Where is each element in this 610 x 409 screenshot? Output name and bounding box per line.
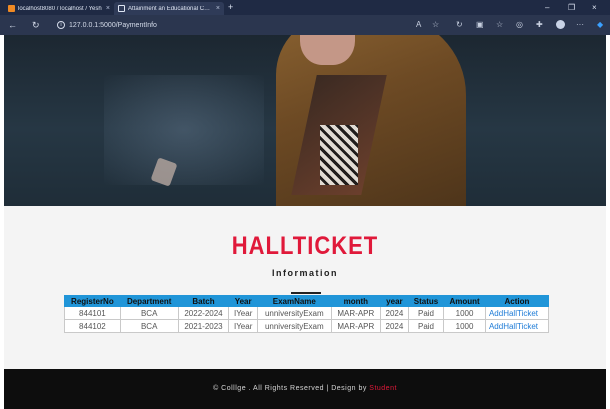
table-cell: IYear	[228, 319, 258, 333]
table-cell: 1000	[443, 319, 486, 333]
column-header: Amount	[443, 295, 486, 307]
favorites-icon[interactable]: ☆	[496, 19, 503, 31]
table-cell: unniversityExam	[256, 306, 332, 320]
collections-icon[interactable]: ◎	[516, 19, 523, 31]
table-cell: BCA	[119, 319, 179, 333]
background-blur	[104, 75, 264, 185]
title-divider	[291, 292, 321, 294]
url-text: 127.0.0.1:5000/PaymentInfo	[69, 21, 157, 29]
maximize-button[interactable]: ❐	[568, 2, 575, 13]
site-info-icon[interactable]: i	[57, 21, 65, 29]
add-hallticket-link[interactable]: AddHallTicket	[489, 322, 538, 331]
table-cell: 2021-2023	[177, 319, 230, 333]
footer-brand-link[interactable]: Student	[369, 385, 397, 392]
table-cell: 1000	[443, 306, 486, 320]
refresh-icon[interactable]: ↻	[32, 19, 40, 31]
column-header: ExamName	[256, 295, 332, 307]
phpmyadmin-favicon-icon	[8, 5, 15, 12]
footer-text: © Colllge . All Rights Reserved | Design…	[213, 385, 370, 392]
extensions-icon[interactable]: ✚	[536, 19, 543, 31]
column-header: Status	[407, 295, 445, 307]
tab-title: localhost8080 / localhost / Yesh	[18, 5, 102, 12]
table-cell: MAR-APR	[330, 319, 381, 333]
table-cell: BCA	[119, 306, 179, 320]
read-aloud-icon[interactable]: A	[416, 19, 421, 31]
footer-copyright: © Colllge . All Rights Reserved | Design…	[4, 385, 606, 392]
table-row: 844101 BCA 2022-2024 IYear unniversityEx…	[64, 306, 550, 320]
tab-close-icon[interactable]: ×	[216, 5, 220, 12]
payment-info-table: RegisterNo Department Batch Year ExamNam…	[64, 295, 550, 333]
url-field[interactable]: i 127.0.0.1:5000/PaymentInfo	[57, 18, 437, 32]
new-tab-button[interactable]: +	[228, 2, 233, 13]
table-cell: 2024	[379, 306, 409, 320]
more-menu-icon[interactable]: ···	[576, 19, 584, 31]
table-header-row: RegisterNo Department Batch Year ExamNam…	[64, 295, 550, 307]
browser-tab-phpmyadmin[interactable]: localhost8080 / localhost / Yesh ×	[4, 2, 114, 15]
table-cell: unniversityExam	[256, 319, 332, 333]
column-header: Department	[119, 295, 179, 307]
browser-tab-bar: localhost8080 / localhost / Yesh × Attai…	[0, 0, 610, 15]
section-subtitle: Information	[272, 268, 338, 278]
hero-banner-image	[4, 35, 606, 206]
action-cell: AddHallTicket	[484, 319, 550, 333]
favorite-star-icon[interactable]: ☆	[432, 19, 439, 31]
minimize-button[interactable]: –	[545, 2, 549, 13]
patterned-scarf	[320, 125, 358, 185]
page-footer: © Colllge . All Rights Reserved | Design…	[4, 369, 606, 409]
action-cell: AddHallTicket	[484, 306, 550, 320]
table-cell: 2022-2024	[177, 306, 230, 320]
browser-address-bar: ← ↻ i 127.0.0.1:5000/PaymentInfo A ☆ ↻ ▣…	[0, 15, 610, 35]
table-row: 844102 BCA 2021-2023 IYear unniversityEx…	[64, 319, 550, 333]
table-cell: 2024	[379, 319, 409, 333]
table-cell: IYear	[228, 306, 258, 320]
column-header: Action	[484, 295, 550, 307]
profile-avatar[interactable]	[556, 20, 565, 29]
copilot-icon[interactable]: ◆	[597, 19, 603, 31]
close-window-button[interactable]: ×	[592, 2, 597, 13]
table-cell: 844102	[64, 319, 121, 333]
tab-title: Attainment an Educational Categ	[128, 5, 213, 12]
back-icon[interactable]: ←	[8, 19, 17, 31]
column-header: RegisterNo	[64, 295, 121, 307]
column-header: year	[379, 295, 409, 307]
table-cell: Paid	[407, 319, 445, 333]
column-header: Year	[228, 295, 258, 307]
column-header: Batch	[177, 295, 230, 307]
hallticket-section: HALLTICKET Information RegisterNo Depart…	[4, 206, 606, 369]
column-header: month	[330, 295, 381, 307]
page-favicon-icon	[118, 5, 125, 12]
browser-tab-attainment[interactable]: Attainment an Educational Categ ×	[114, 2, 224, 15]
table-cell: 844101	[64, 306, 121, 320]
table-cell: Paid	[407, 306, 445, 320]
refresh-extension-icon[interactable]: ↻	[456, 19, 463, 31]
split-screen-icon[interactable]: ▣	[476, 19, 484, 31]
page-title: HALLTICKET	[231, 231, 379, 260]
add-hallticket-link[interactable]: AddHallTicket	[489, 309, 538, 318]
tab-close-icon[interactable]: ×	[106, 5, 110, 12]
table-cell: MAR-APR	[330, 306, 381, 320]
